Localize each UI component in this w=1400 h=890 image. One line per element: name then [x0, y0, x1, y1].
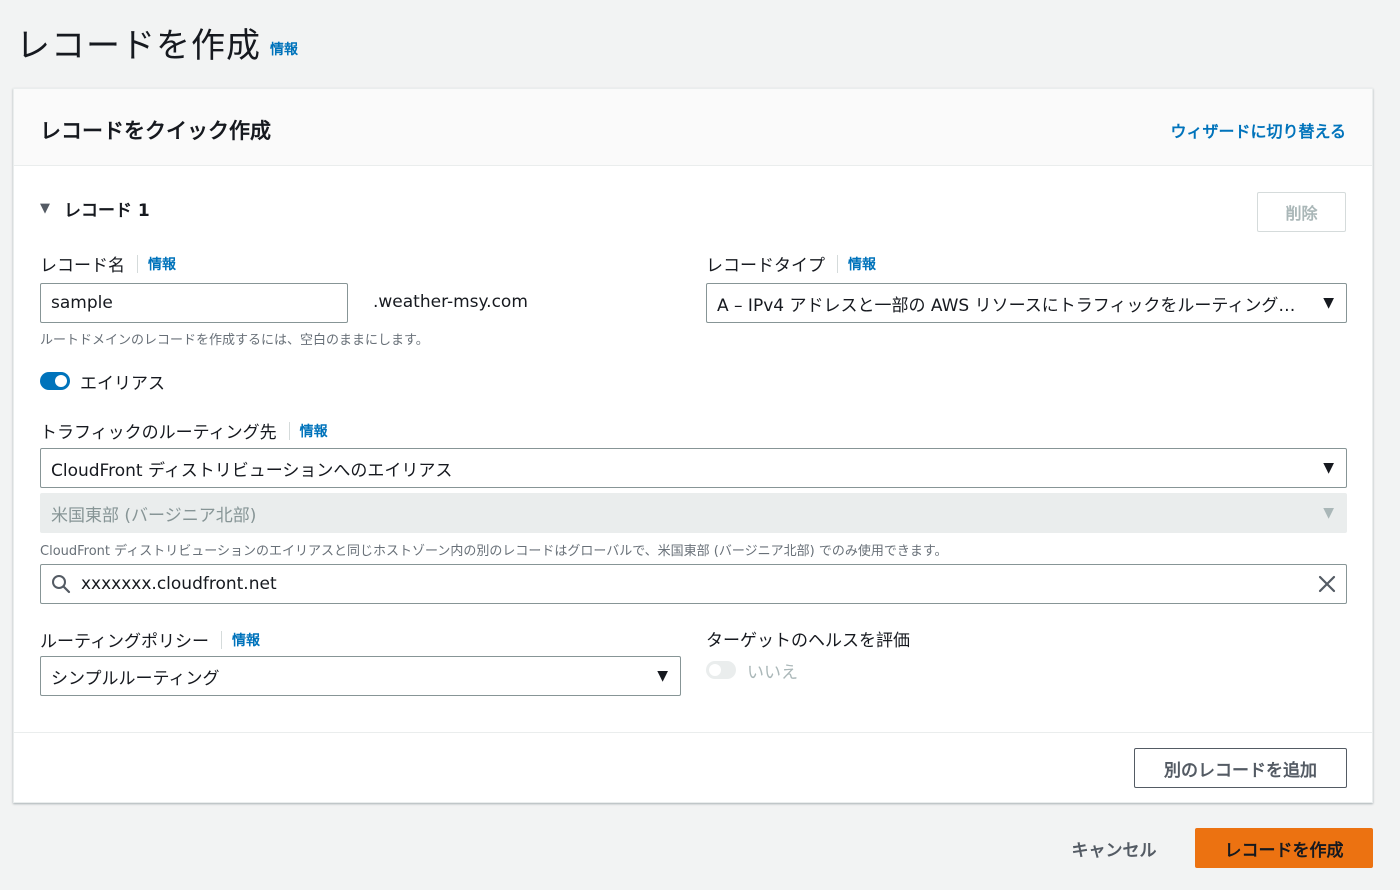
- routing-target-label-text: トラフィックのルーティング先: [40, 423, 277, 443]
- record-name-label-text: レコード名: [40, 256, 125, 276]
- caret-down-icon: ▼: [1323, 460, 1334, 476]
- routing-target-label: トラフィックのルーティング先 情報: [40, 418, 328, 443]
- record-section-heading[interactable]: レコード 1: [64, 196, 150, 221]
- region-select: 米国東部 (バージニア北部) ▼: [40, 493, 1347, 533]
- routing-policy-info-link[interactable]: 情報: [232, 630, 260, 650]
- divider: [14, 732, 1372, 733]
- page-title: レコードを作成: [16, 26, 261, 66]
- record-name-info-link[interactable]: 情報: [148, 254, 176, 274]
- divider: [837, 254, 838, 273]
- search-icon: [52, 575, 71, 594]
- routing-policy-select[interactable]: シンプルルーティング ▼: [40, 656, 681, 696]
- close-icon[interactable]: [1317, 574, 1337, 594]
- caret-down-icon[interactable]: ▼: [40, 201, 50, 216]
- caret-down-icon: ▼: [1323, 505, 1334, 521]
- record-type-select[interactable]: A – IPv4 アドレスと一部の AWS リソースにトラフィックをルーティング…: [706, 283, 1347, 323]
- target-health-toggle[interactable]: [706, 661, 736, 679]
- distribution-search-input[interactable]: xxxxxxx.cloudfront.net: [40, 564, 1347, 604]
- record-type-label: レコードタイプ 情報: [706, 251, 876, 276]
- record-name-value: sample: [51, 293, 113, 313]
- panel-header: レコードをクイック作成 ウィザードに切り替える: [14, 89, 1372, 166]
- record-type-label-text: レコードタイプ: [706, 256, 825, 276]
- toggle-knob: [55, 375, 67, 387]
- domain-suffix: .weather-msy.com: [373, 292, 528, 312]
- routing-policy-value: シンプルルーティング: [51, 668, 220, 689]
- switch-to-wizard-link[interactable]: ウィザードに切り替える: [1170, 118, 1346, 142]
- caret-down-icon: ▼: [1323, 295, 1334, 311]
- routing-policy-label-text: ルーティングポリシー: [40, 632, 209, 652]
- alias-label: エイリアス: [80, 374, 165, 394]
- endpoint-value: CloudFront ディストリビューションへのエイリアス: [51, 460, 453, 481]
- caret-down-icon: ▼: [657, 668, 668, 684]
- record-name-input[interactable]: sample: [40, 283, 348, 323]
- target-health-label: ターゲットのヘルスを評価: [706, 631, 910, 651]
- target-health-value: いいえ: [747, 663, 798, 683]
- delete-record-button[interactable]: 削除: [1257, 192, 1346, 232]
- alias-toggle[interactable]: [40, 372, 70, 390]
- distribution-search-value: xxxxxxx.cloudfront.net: [81, 574, 277, 594]
- divider: [137, 254, 138, 273]
- page-info-link[interactable]: 情報: [270, 39, 298, 59]
- routing-target-info-link[interactable]: 情報: [300, 421, 328, 441]
- routing-target-hint: CloudFront ディストリビューションのエイリアスと同じホストゾーン内の別…: [40, 544, 948, 559]
- region-value: 米国東部 (バージニア北部): [51, 505, 257, 526]
- add-another-record-button[interactable]: 別のレコードを追加: [1134, 748, 1347, 788]
- panel-title: レコードをクイック作成: [40, 119, 271, 143]
- routing-policy-label: ルーティングポリシー 情報: [40, 627, 260, 652]
- divider: [288, 421, 290, 440]
- divider: [220, 630, 222, 649]
- record-name-label: レコード名 情報: [40, 251, 176, 276]
- record-name-hint: ルートドメインのレコードを作成するには、空白のままにします。: [40, 333, 429, 348]
- toggle-knob: [709, 664, 721, 676]
- record-type-info-link[interactable]: 情報: [848, 254, 876, 274]
- endpoint-select[interactable]: CloudFront ディストリビューションへのエイリアス ▼: [40, 448, 1347, 488]
- create-records-button[interactable]: レコードを作成: [1195, 828, 1373, 868]
- quick-create-panel: レコードをクイック作成 ウィザードに切り替える ▼ レコード 1 削除 レコード…: [13, 88, 1373, 803]
- record-type-value: A – IPv4 アドレスと一部の AWS リソースにトラフィックをルーティング…: [717, 295, 1306, 316]
- cancel-button[interactable]: キャンセル: [1050, 828, 1178, 868]
